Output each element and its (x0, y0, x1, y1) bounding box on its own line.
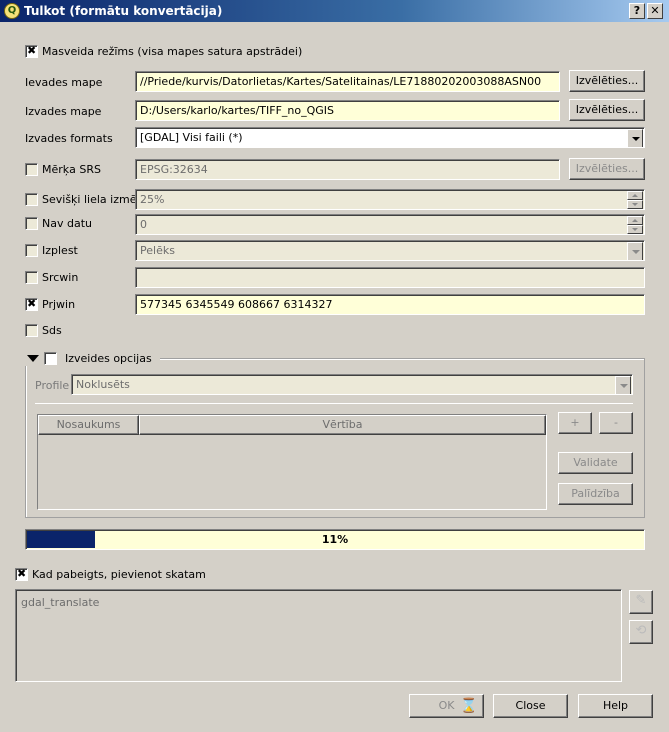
remove-option-button[interactable]: - (599, 412, 633, 434)
output-dir-field[interactable]: D:/Users/karlo/kartes/TIFF_no_QGIS (135, 100, 560, 121)
options-table[interactable]: Nosaukums Vērtība (37, 414, 547, 510)
spin-down-icon[interactable] (627, 225, 643, 234)
reset-icon[interactable]: ⟲ (629, 620, 653, 644)
chevron-down-icon[interactable] (615, 376, 631, 394)
spin-up-icon[interactable] (627, 191, 643, 200)
close-button[interactable]: Close (493, 694, 568, 718)
hourglass-cursor-icon: ⌛ (460, 698, 478, 714)
expand-label: Izplest (42, 244, 78, 257)
output-format-label: Izvades formats (25, 132, 113, 145)
batch-mode-checkbox[interactable] (25, 44, 38, 58)
prjwin-field[interactable]: 577345 6345549 608667 6314327 (135, 294, 645, 315)
target-srs-checkbox[interactable] (25, 163, 38, 176)
chevron-down-icon[interactable] (627, 129, 643, 147)
qgis-icon: Q (4, 3, 20, 19)
creation-options-label: Izveides opcijas (65, 352, 152, 365)
collapse-arrow-icon[interactable] (27, 355, 39, 362)
progress-bar: 11% (25, 529, 645, 550)
load-when-done-label: Kad pabeigts, pievienot skatam (32, 568, 206, 581)
no-data-checkbox[interactable] (25, 217, 38, 230)
help-button[interactable]: Help (578, 694, 653, 718)
expand-checkbox[interactable] (25, 244, 38, 257)
help-title-button[interactable]: ? (629, 3, 645, 19)
progress-label: 11% (321, 533, 349, 546)
prjwin-checkbox[interactable] (25, 297, 38, 311)
edit-icon[interactable]: ✎ (629, 590, 653, 614)
profile-select[interactable]: Noklusēts (71, 374, 633, 395)
no-data-label: Nav datu (42, 217, 92, 230)
prjwin-label: Prjwin (42, 298, 76, 311)
command-text[interactable]: gdal_translate (15, 589, 622, 682)
output-format-select[interactable]: [GDAL] Visi faili (*) (135, 127, 645, 148)
window-title: Tulkot (formātu konvertācija) (24, 4, 223, 18)
creation-options-checkbox[interactable] (44, 352, 57, 365)
no-data-value: 0 (140, 218, 147, 231)
input-dir-browse-button[interactable]: Izvēlēties... (569, 70, 645, 92)
input-dir-label: Ievades mape (25, 76, 103, 89)
input-dir-field[interactable]: //Priede/kurvis/Datorlietas/Kartes/Satel… (135, 71, 560, 92)
chevron-down-icon[interactable] (627, 242, 643, 260)
no-data-spinbox[interactable]: 0 (135, 214, 645, 235)
profile-value: Noklusēts (76, 378, 130, 391)
options-help-button[interactable]: Palīdzība (558, 483, 633, 505)
sds-label: Sds (42, 324, 62, 337)
target-srs-field[interactable]: EPSG:32634 (135, 159, 560, 180)
target-srs-label: Mērķa SRS (42, 163, 101, 176)
add-option-button[interactable]: + (558, 412, 592, 434)
batch-mode-label: Masveida režīms (visa mapes satura apstr… (42, 45, 303, 58)
resize-spinbox[interactable]: 25% (135, 189, 645, 210)
column-header-value[interactable]: Vērtība (139, 415, 546, 435)
spin-down-icon[interactable] (627, 200, 643, 209)
resize-value: 25% (140, 193, 165, 206)
title-bar[interactable]: Q Tulkot (formātu konvertācija) ? ✕ (0, 0, 669, 22)
target-srs-browse-button[interactable]: Izvēlēties... (569, 158, 645, 180)
output-dir-browse-button[interactable]: Izvēlēties... (569, 99, 645, 121)
expand-value: Pelēks (140, 244, 175, 257)
sds-checkbox[interactable] (25, 324, 38, 337)
divider (35, 403, 633, 404)
load-when-done-checkbox[interactable] (15, 567, 28, 581)
output-dir-label: Izvades mape (25, 105, 102, 118)
srcwin-field[interactable] (135, 267, 645, 288)
close-title-button[interactable]: ✕ (647, 3, 663, 19)
srcwin-label: Srcwin (42, 271, 79, 284)
column-header-name[interactable]: Nosaukums (38, 415, 139, 435)
resize-checkbox[interactable] (25, 193, 38, 206)
profile-label: Profile (35, 379, 70, 392)
spin-up-icon[interactable] (627, 216, 643, 225)
resize-label: Sevišķi liela izmēr (42, 193, 141, 206)
expand-select[interactable]: Pelēks (135, 240, 645, 261)
validate-button[interactable]: Validate (558, 452, 633, 474)
srcwin-checkbox[interactable] (25, 271, 38, 284)
output-format-value: [GDAL] Visi faili (*) (140, 131, 243, 144)
